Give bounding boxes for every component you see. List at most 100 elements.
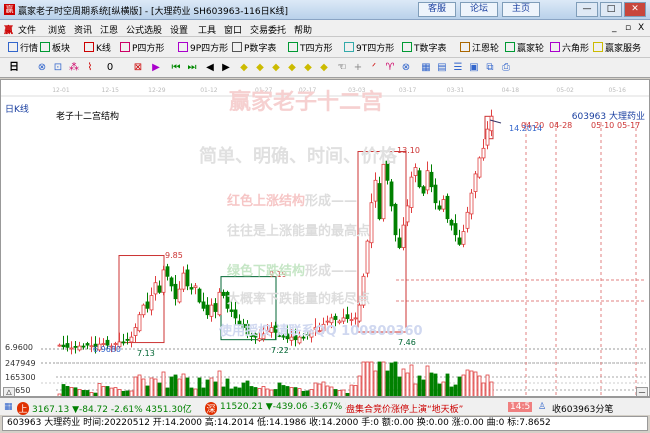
candle-body — [145, 301, 150, 309]
candle-body — [209, 304, 214, 317]
candle-body — [421, 186, 426, 194]
toolbar-kline-button[interactable]: K线 — [84, 41, 111, 54]
blocks-icon — [40, 42, 50, 52]
volume-bar — [253, 387, 258, 396]
toolbar-blocks-button[interactable]: 板块 — [40, 41, 70, 54]
mdi-close-button[interactable]: X — [638, 23, 644, 33]
homepage-link[interactable]: 主页 — [502, 2, 540, 17]
volume-bar — [353, 385, 358, 396]
candle-body — [185, 269, 190, 287]
zero-dropdown[interactable]: 0 — [100, 62, 120, 74]
menu-news[interactable]: 资讯 — [74, 23, 92, 36]
toolbar-label: K线 — [96, 44, 111, 54]
link-icon[interactable]: ⊗ — [36, 62, 48, 74]
mdi-minimize-button[interactable]: _ — [612, 23, 617, 33]
move-left-icon[interactable]: ◆ — [270, 62, 282, 74]
toolbar-label: 六角形 — [562, 44, 590, 54]
minimize-button[interactable]: — — [576, 2, 598, 17]
main-toolbar: 行情 板块 K线 P四方形 9P四方形 P数字表 T四方形 9T四方形 T数字表 江恩轮 赢家轮 六角… — [0, 37, 650, 58]
table-icon[interactable]: ▤ — [436, 62, 448, 74]
move-right-icon[interactable]: ◆ — [286, 62, 298, 74]
zoom-in-icon[interactable]: ◆ — [238, 62, 250, 74]
mdi-restore-button[interactable]: ▫ — [625, 23, 631, 33]
toolbar-t-number-button[interactable]: T数字表 — [402, 41, 447, 54]
forum-link[interactable]: 论坛 — [460, 2, 498, 17]
kline-type-icon[interactable]: ⌇ — [84, 62, 96, 74]
move-up-icon[interactable]: ◆ — [302, 62, 314, 74]
toolbar-hexagon-button[interactable]: 六角形 — [550, 41, 589, 54]
crosshair-icon[interactable]: + — [352, 62, 364, 74]
print-icon[interactable]: ⎙ — [500, 62, 512, 74]
flag-icon[interactable]: ▶ — [150, 62, 162, 74]
volume-bar — [357, 375, 362, 396]
toolbar-dollar-button[interactable]: 赢家服务 — [593, 41, 641, 54]
prev-icon[interactable]: ◀ — [204, 62, 216, 74]
candle-body — [461, 231, 466, 245]
service-link[interactable]: 客服 — [418, 2, 456, 17]
copy-icon[interactable]: ⧉ — [484, 62, 496, 74]
period-dropdown[interactable]: 日 — [4, 62, 24, 74]
candle-body — [449, 219, 454, 226]
index-grid-icon[interactable]: ▦ — [4, 402, 13, 412]
maximize-button[interactable]: □ — [600, 2, 622, 17]
menu-gann[interactable]: 江恩 — [100, 23, 118, 36]
toolbar-winner-wheel-button[interactable]: 赢家轮 — [505, 41, 544, 54]
calendar-icon[interactable]: ▦ — [420, 62, 432, 74]
next-icon[interactable]: ▶ — [220, 62, 232, 74]
volume-bar — [377, 361, 382, 396]
list-icon[interactable]: ☰ — [452, 62, 464, 74]
toolbar-9t-square-button[interactable]: 9T四方形 — [344, 41, 394, 54]
candle-body — [381, 163, 386, 220]
toolbar-t-square-button[interactable]: T四方形 — [288, 41, 333, 54]
menu-tools[interactable]: 工具 — [198, 23, 216, 36]
candle-body — [397, 237, 402, 248]
menu-trade[interactable]: 交易委托 — [250, 23, 286, 36]
save-icon[interactable]: ▣ — [468, 62, 480, 74]
menu-window[interactable]: 窗口 — [224, 23, 242, 36]
toolbar-gann-wheel-button[interactable]: 江恩轮 — [460, 41, 499, 54]
menu-browse[interactable]: 浏览 — [48, 23, 66, 36]
shanghai-index[interactable]: 3167.13 ▼-84.72 -2.61% 4351.30亿 — [32, 402, 192, 415]
volume-bar — [317, 383, 322, 396]
first-icon[interactable]: ⏮ — [170, 62, 182, 74]
menu-help[interactable]: 帮助 — [294, 23, 312, 36]
close-button[interactable]: ✕ — [624, 2, 646, 17]
menu-file[interactable]: 文件 — [18, 23, 36, 36]
volume-bar — [445, 373, 450, 396]
candle-body — [85, 343, 90, 346]
self-select-icon[interactable]: ⊡ — [52, 62, 64, 74]
volume-bar — [333, 389, 338, 396]
tick-trade-label[interactable]: 收603963分笔 — [552, 402, 613, 415]
zoom-out-icon[interactable]: ◆ — [254, 62, 266, 74]
menu-formula[interactable]: 公式选股 — [126, 23, 162, 36]
overlay-icon[interactable]: ⊗ — [400, 62, 412, 74]
kline-chart[interactable]: 12-01 12-15 12-29 01-12 01-27 02-17 03-03 03-17… — [0, 79, 650, 397]
expand-button[interactable]: △ — [3, 387, 15, 396]
volume-bar — [405, 372, 410, 396]
green-structure-note: 绿色下跌结构形成—— — [227, 260, 357, 279]
toolbar-9p-square-button[interactable]: 9P四方形 — [178, 41, 228, 54]
toolbar-grid-button[interactable]: 行情 — [8, 41, 38, 54]
news-ticker[interactable]: 盘集合竞价涨停上演“地天板” — [346, 402, 468, 415]
collapse-button[interactable]: — — [636, 387, 648, 396]
move-down-icon[interactable]: ◆ — [318, 62, 330, 74]
volume-bar — [213, 381, 218, 396]
volume-bar — [413, 383, 418, 396]
volume-bar — [365, 361, 370, 396]
scatter-icon[interactable]: ⁂ — [68, 62, 80, 74]
draw-tool-icon[interactable]: ♈ — [384, 62, 396, 74]
line-tool-icon[interactable]: ᐟ — [368, 62, 380, 74]
toolbar-p-square-button[interactable]: P四方形 — [120, 41, 164, 54]
candle-body — [61, 344, 66, 348]
date-tick: 12-29 — [148, 87, 166, 94]
candle-body — [389, 181, 394, 207]
toolbar-p-number-button[interactable]: P数字表 — [232, 41, 276, 54]
last-icon[interactable]: ⏭ — [186, 62, 198, 74]
menu-settings[interactable]: 设置 — [170, 23, 188, 36]
volume-bar — [169, 376, 174, 396]
hand-icon[interactable]: ☜ — [336, 62, 348, 74]
date-tick: 12-01 — [52, 87, 70, 94]
candle-body — [221, 291, 226, 296]
volume-bar — [225, 378, 230, 396]
settings-icon[interactable]: ⊠ — [132, 62, 144, 74]
